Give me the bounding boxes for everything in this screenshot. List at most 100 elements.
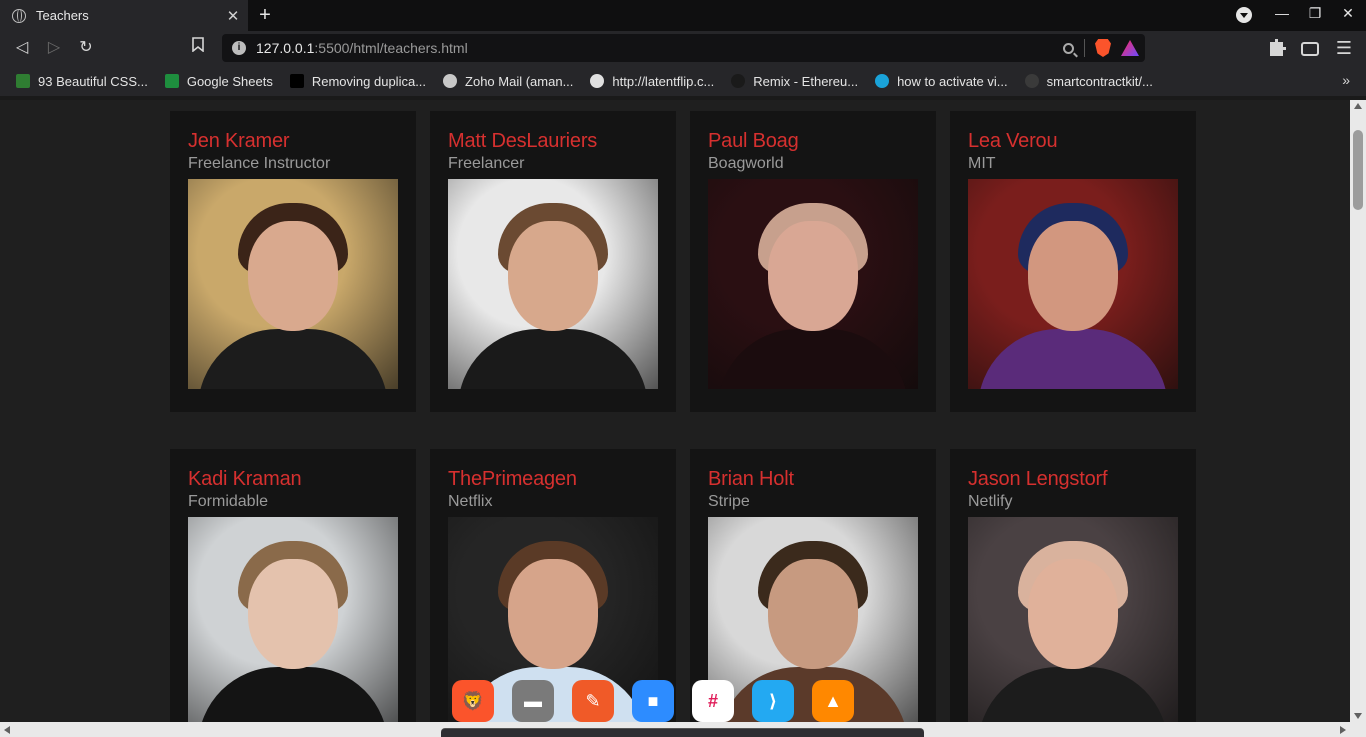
- teacher-company: Netflix: [448, 493, 493, 510]
- leaf-icon: [16, 74, 30, 88]
- url-path: :5500/html/teachers.html: [314, 40, 468, 56]
- sheets-icon: [164, 74, 179, 88]
- teacher-photo: [968, 179, 1178, 389]
- bookmark-item[interactable]: Remix - Ethereu...: [731, 74, 858, 89]
- scroll-right-icon[interactable]: [1340, 726, 1346, 734]
- mail-icon: [443, 74, 458, 88]
- scroll-left-icon[interactable]: [4, 726, 10, 734]
- wallet-icon[interactable]: [1301, 42, 1319, 56]
- photo-face: [508, 559, 598, 669]
- divider: [1084, 39, 1085, 57]
- teacher-card[interactable]: Jen Kramer Freelance Instructor: [170, 111, 416, 412]
- teacher-card[interactable]: Lea Verou MIT: [950, 111, 1196, 412]
- slack-app-icon[interactable]: #: [692, 680, 734, 722]
- bookmark-item[interactable]: Google Sheets: [164, 73, 273, 89]
- bookmark-icon: [192, 37, 204, 53]
- close-window-button[interactable]: ✕: [1336, 5, 1360, 25]
- teacher-photo: [708, 179, 918, 389]
- bookmark-label: Zoho Mail (aman...: [465, 73, 574, 89]
- back-button[interactable]: ◁: [10, 37, 34, 59]
- bookmark-item[interactable]: http://latentflip.c...: [590, 74, 714, 89]
- teacher-card[interactable]: Paul Boag Boagworld: [690, 111, 936, 412]
- more-bookmarks-button[interactable]: »: [1342, 72, 1350, 88]
- forward-button[interactable]: ▷: [42, 37, 66, 59]
- photo-shoulders: [718, 329, 908, 389]
- zoom-app-icon[interactable]: ■: [632, 680, 674, 722]
- teacher-name[interactable]: Brian Holt: [708, 467, 918, 491]
- photo-shoulders: [198, 667, 388, 722]
- teacher-name[interactable]: Kadi Kraman: [188, 467, 398, 491]
- teacher-company: Formidable: [188, 493, 269, 510]
- dock: [441, 728, 924, 737]
- vertical-scrollbar[interactable]: [1350, 100, 1366, 722]
- teacher-name[interactable]: Jen Kramer: [188, 129, 398, 153]
- maximize-button[interactable]: ❐: [1303, 5, 1327, 25]
- page-viewport: Jen Kramer Freelance Instructor Matt DesLa…: [0, 100, 1350, 722]
- bookmark-item[interactable]: Zoho Mail (aman...: [443, 74, 573, 89]
- bookmark-label: http://latentflip.c...: [612, 73, 715, 89]
- globe-icon: [590, 74, 605, 88]
- url-host: 127.0.0.1: [256, 40, 315, 56]
- teacher-card[interactable]: Matt DesLauriers Freelancer: [430, 111, 676, 412]
- tab-search-icon[interactable]: [1236, 7, 1252, 23]
- teacher-card[interactable]: Jason Lengstorf Netlify: [950, 449, 1196, 722]
- bookmark-label: Google Sheets: [186, 73, 273, 89]
- scroll-thumb[interactable]: [1353, 130, 1363, 210]
- pen-app-icon[interactable]: ✎: [572, 680, 614, 722]
- photo-shoulders: [978, 667, 1168, 722]
- bookmark-item[interactable]: Removing duplica...: [289, 73, 427, 89]
- tab-teachers[interactable]: Teachers ✕: [0, 0, 248, 31]
- menu-icon[interactable]: ☰: [1334, 38, 1354, 58]
- photo-face: [768, 221, 858, 331]
- teacher-company: Stripe: [708, 493, 750, 510]
- teacher-name[interactable]: Jason Lengstorf: [968, 467, 1178, 491]
- files-app-icon[interactable]: ▬: [512, 680, 554, 722]
- photo-face: [1028, 559, 1118, 669]
- teacher-photo: [448, 179, 658, 389]
- site-info-icon[interactable]: i: [232, 41, 246, 55]
- scroll-up-icon[interactable]: [1354, 103, 1362, 109]
- teacher-company: MIT: [968, 155, 996, 172]
- photo-face: [248, 559, 338, 669]
- vscode-app-icon[interactable]: ⟩: [752, 680, 794, 722]
- teacher-name[interactable]: Paul Boag: [708, 129, 918, 153]
- teacher-company: Freelancer: [448, 155, 525, 172]
- globe-icon: [12, 8, 26, 23]
- teacher-photo: [188, 179, 398, 389]
- photo-face: [768, 559, 858, 669]
- tab-strip: Teachers ✕ + — ❐ ✕: [0, 0, 1366, 31]
- bookmark-label: how to activate vi...: [897, 73, 1008, 89]
- bookmark-label: Removing duplica...: [311, 73, 427, 89]
- bookmark-label: Remix - Ethereu...: [753, 73, 859, 89]
- brave-rewards-icon[interactable]: [1121, 40, 1139, 56]
- bookmark-item[interactable]: how to activate vi...: [875, 74, 1008, 89]
- brave-app-icon[interactable]: 🦁: [452, 680, 494, 722]
- bookmarks-bar: 93 Beautiful CSS... Google Sheets Removing…: [0, 66, 1366, 96]
- brave-shields-icon[interactable]: [1095, 39, 1111, 57]
- tab-title: Teachers: [36, 8, 89, 23]
- teacher-company: Netlify: [968, 493, 1013, 510]
- teacher-name[interactable]: ThePrimeagen: [448, 467, 658, 491]
- photo-shoulders: [198, 329, 388, 389]
- scroll-down-icon[interactable]: [1354, 713, 1362, 719]
- tab-close-button[interactable]: ✕: [222, 7, 244, 25]
- teacher-name[interactable]: Matt DesLauriers: [448, 129, 658, 153]
- extensions-icon[interactable]: [1270, 39, 1286, 56]
- zoom-icon[interactable]: [1063, 42, 1074, 54]
- teacher-card[interactable]: Kadi Kraman Formidable: [170, 449, 416, 722]
- photo-shoulders: [458, 329, 648, 389]
- teacher-name[interactable]: Lea Verou: [968, 129, 1178, 153]
- search-icon: [875, 74, 890, 88]
- url-text[interactable]: 127.0.0.1:5500/html/teachers.html: [256, 40, 1053, 56]
- bookmark-button[interactable]: [186, 37, 210, 59]
- browser-toolbar: ◁ ▷ ↻ i 127.0.0.1:5500/html/teachers.htm…: [0, 31, 1366, 66]
- minimize-button[interactable]: —: [1270, 5, 1294, 25]
- address-bar[interactable]: i 127.0.0.1:5500/html/teachers.html: [222, 34, 1145, 62]
- new-tab-button[interactable]: +: [254, 4, 276, 26]
- bookmark-item[interactable]: 93 Beautiful CSS...: [16, 74, 148, 89]
- teacher-photo: [188, 517, 398, 722]
- photo-face: [508, 221, 598, 331]
- vlc-app-icon[interactable]: ▲: [812, 680, 854, 722]
- bookmark-item[interactable]: smartcontractkit/...: [1024, 74, 1153, 89]
- reload-button[interactable]: ↻: [74, 37, 98, 59]
